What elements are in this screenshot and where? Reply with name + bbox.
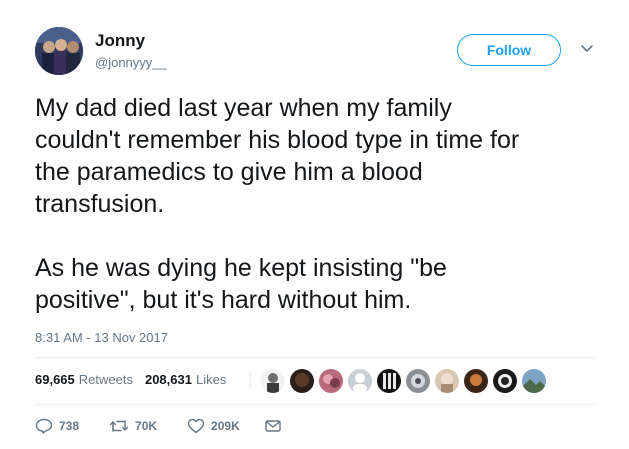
- user-handle[interactable]: @jonnyyy__: [95, 55, 167, 70]
- liker-avatar[interactable]: [348, 369, 372, 393]
- like-button[interactable]: 209K: [187, 418, 240, 434]
- tweet-actions: 738 70K 209K: [35, 418, 288, 434]
- stats-separator: [250, 370, 251, 390]
- reply-icon: [35, 418, 53, 434]
- direct-message-button[interactable]: [264, 418, 288, 434]
- liker-avatar[interactable]: [261, 369, 285, 393]
- retweets-label[interactable]: Retweets: [79, 372, 133, 387]
- liker-avatar[interactable]: [493, 369, 517, 393]
- display-name[interactable]: Jonny: [95, 31, 145, 51]
- divider: [35, 357, 595, 358]
- follow-button[interactable]: Follow: [457, 34, 561, 66]
- tweet-stats: 69,665 Retweets 208,631 Likes: [35, 372, 238, 387]
- retweet-count: 70K: [135, 419, 158, 433]
- heart-icon: [187, 418, 205, 434]
- retweet-button[interactable]: 70K: [109, 418, 157, 434]
- message-icon: [265, 420, 281, 432]
- like-count: 209K: [211, 419, 240, 433]
- tweet-text: My dad died last year when my family cou…: [35, 94, 520, 314]
- avatar[interactable]: [35, 27, 83, 75]
- divider: [35, 404, 595, 405]
- liker-avatar[interactable]: [435, 369, 459, 393]
- retweets-count[interactable]: 69,665: [35, 372, 75, 387]
- liker-avatar[interactable]: [377, 369, 401, 393]
- chevron-down-icon[interactable]: [580, 43, 594, 55]
- liker-avatar[interactable]: [406, 369, 430, 393]
- liker-avatars: [261, 369, 551, 393]
- liker-avatar[interactable]: [290, 369, 314, 393]
- likes-count[interactable]: 208,631: [145, 372, 192, 387]
- liker-avatar[interactable]: [522, 369, 546, 393]
- reply-button[interactable]: 738: [35, 418, 79, 434]
- tweet-timestamp[interactable]: 8:31 AM - 13 Nov 2017: [35, 330, 168, 345]
- liker-avatar[interactable]: [319, 369, 343, 393]
- reply-count: 738: [59, 419, 80, 433]
- liker-avatar[interactable]: [464, 369, 488, 393]
- likes-label[interactable]: Likes: [196, 372, 226, 387]
- retweet-icon: [109, 420, 129, 432]
